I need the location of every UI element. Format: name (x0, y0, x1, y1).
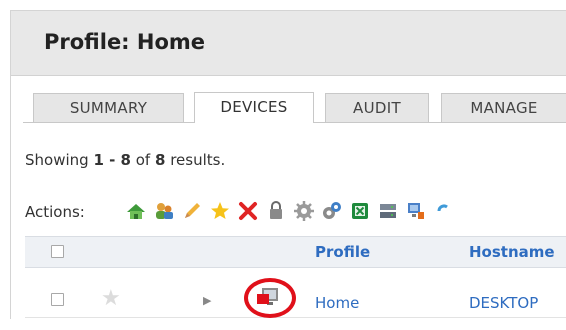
gear-icon[interactable] (293, 200, 315, 222)
tab-audit[interactable]: AUDIT (325, 93, 429, 122)
column-header-profile[interactable]: Profile (315, 243, 370, 261)
profile-panel: Profile: Home SUMMARY DEVICES AUDIT MANA… (10, 10, 566, 319)
hostname-link[interactable]: DESKTOP (469, 294, 538, 312)
tab-manage[interactable]: MANAGE (441, 93, 566, 122)
lock-icon[interactable] (265, 200, 287, 222)
row-checkbox[interactable] (51, 293, 64, 306)
home-add-icon[interactable] (125, 200, 147, 222)
title-bar: Profile: Home (11, 11, 566, 76)
grid-header: Profile Hostname (25, 236, 566, 268)
page-title: Profile: Home (44, 30, 206, 54)
results-prefix: Showing (25, 151, 94, 169)
delete-x-icon[interactable] (237, 200, 259, 222)
favorite-star-icon[interactable]: ★ (101, 288, 121, 310)
server-icon[interactable] (377, 200, 399, 222)
excel-export-icon[interactable] (349, 200, 371, 222)
tab-summary[interactable]: SUMMARY (33, 93, 184, 122)
gears-icon[interactable] (321, 200, 343, 222)
computer-export-icon[interactable] (405, 200, 427, 222)
tab-devices[interactable]: DEVICES (194, 92, 314, 123)
results-suffix: results. (165, 151, 226, 169)
highlight-circle (244, 278, 296, 318)
user-group-add-icon[interactable] (153, 200, 175, 222)
pencil-edit-icon[interactable] (181, 200, 203, 222)
star-icon[interactable] (209, 200, 231, 222)
results-range: 1 - 8 (93, 151, 131, 169)
actions-label: Actions: (25, 203, 85, 221)
column-header-hostname[interactable]: Hostname (469, 243, 555, 261)
table-row[interactable]: ★ ▶ Home DESKTOP (25, 277, 566, 318)
results-total: 8 (154, 151, 166, 169)
tab-bar: SUMMARY DEVICES AUDIT MANAGE (11, 91, 566, 123)
results-middle: of (130, 151, 155, 169)
actions-toolbar: Actions: (25, 200, 566, 224)
results-summary: Showing 1 - 8 of 8 results. (25, 151, 225, 169)
profile-link[interactable]: Home (315, 294, 359, 312)
select-all-checkbox[interactable] (51, 245, 64, 258)
refresh-icon[interactable] (433, 200, 455, 222)
expand-arrow-icon[interactable]: ▶ (203, 295, 211, 306)
